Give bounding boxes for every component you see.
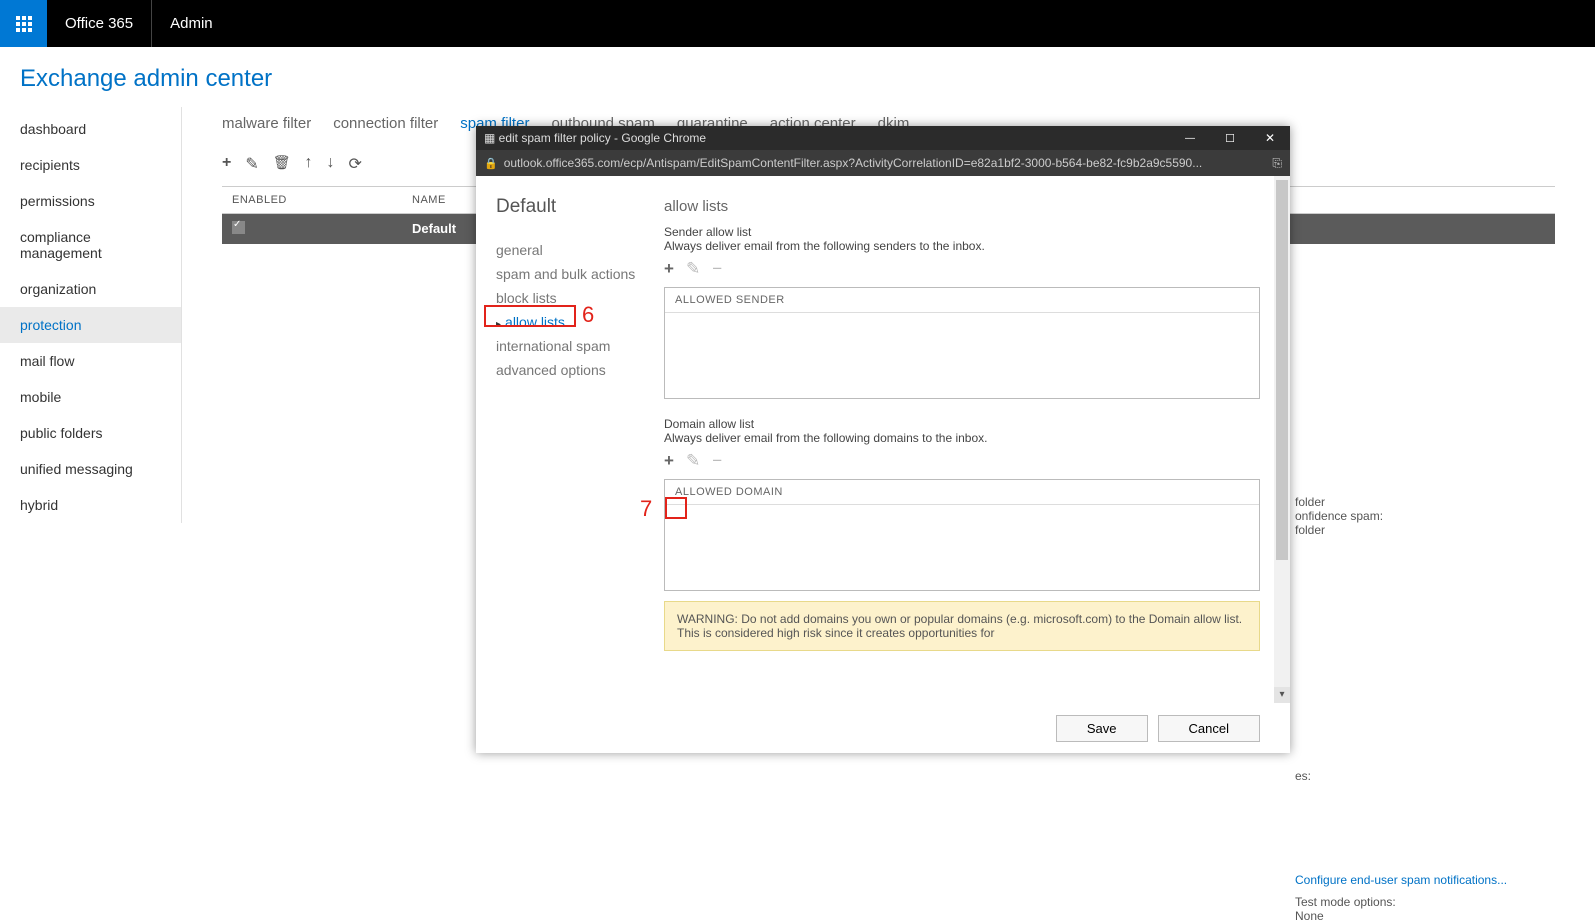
dialog-left-nav: Default general spam and bulk actions bl… bbox=[476, 176, 644, 703]
annotation-box-7 bbox=[665, 497, 687, 519]
dialog-url: outlook.office365.com/ecp/Antispam/EditS… bbox=[504, 156, 1267, 170]
sender-allow-label: Sender allow list bbox=[664, 225, 1260, 239]
domain-allow-desc: Always deliver email from the following … bbox=[664, 431, 1260, 445]
dialog-policy-name: Default bbox=[496, 196, 644, 218]
sidebar-item-dashboard[interactable]: dashboard bbox=[0, 111, 181, 147]
annotation-number-7: 7 bbox=[640, 496, 652, 522]
sidebar-item-recipients[interactable]: recipients bbox=[0, 147, 181, 183]
sender-allow-desc: Always deliver email from the following … bbox=[664, 239, 1260, 253]
edit-policy-button[interactable] bbox=[245, 154, 258, 174]
dialog-content: allow lists Sender allow list Always del… bbox=[644, 176, 1290, 703]
browser-tab-icon: ▦ bbox=[484, 131, 499, 145]
move-down-button[interactable] bbox=[327, 154, 335, 174]
dialog-scrollbar[interactable]: ▾ bbox=[1274, 176, 1290, 703]
window-close-button[interactable] bbox=[1250, 126, 1290, 150]
domain-remove-button[interactable] bbox=[712, 451, 722, 471]
dialog-nav-general[interactable]: general bbox=[496, 238, 644, 262]
tab-malware-filter[interactable]: malware filter bbox=[222, 115, 311, 132]
edit-spam-policy-dialog: ▦ edit spam filter policy - Google Chrom… bbox=[476, 126, 1290, 753]
test-mode-label: Test mode options: bbox=[1295, 895, 1555, 909]
annotation-number-6: 6 bbox=[582, 302, 594, 328]
sidebar-item-unified-messaging[interactable]: unified messaging bbox=[0, 451, 181, 487]
dialog-footer: Save Cancel bbox=[476, 703, 1290, 753]
left-nav: dashboard recipients permissions complia… bbox=[0, 107, 182, 523]
tab-connection-filter[interactable]: connection filter bbox=[333, 115, 438, 132]
lock-icon: 🔒 bbox=[484, 157, 498, 170]
domain-add-button[interactable] bbox=[664, 451, 674, 471]
scrollbar-down-button[interactable]: ▾ bbox=[1274, 687, 1290, 703]
waffle-icon bbox=[16, 16, 32, 32]
scrollbar-thumb[interactable] bbox=[1276, 180, 1288, 560]
new-policy-button[interactable] bbox=[222, 154, 231, 174]
dialog-window-titlebar[interactable]: ▦ edit spam filter policy - Google Chrom… bbox=[476, 126, 1290, 150]
details-panel: folder onfidence spam: folder es: Config… bbox=[1295, 227, 1555, 923]
sidebar-item-mobile[interactable]: mobile bbox=[0, 379, 181, 415]
domain-edit-button[interactable] bbox=[686, 451, 700, 471]
domain-toolbar bbox=[664, 451, 1260, 471]
refresh-button[interactable] bbox=[349, 154, 362, 174]
sidebar-item-public-folders[interactable]: public folders bbox=[0, 415, 181, 451]
detail-line: onfidence spam: bbox=[1295, 509, 1555, 523]
dialog-address-bar[interactable]: 🔒 outlook.office365.com/ecp/Antispam/Edi… bbox=[476, 150, 1290, 176]
save-button[interactable]: Save bbox=[1056, 715, 1148, 742]
detail-line: folder bbox=[1295, 523, 1555, 537]
enabled-checkbox[interactable] bbox=[232, 221, 245, 234]
test-mode-value: None bbox=[1295, 909, 1555, 923]
delete-policy-button[interactable] bbox=[273, 154, 291, 174]
domain-warning-box: WARNING: Do not add domains you own or p… bbox=[664, 601, 1260, 651]
sender-toolbar bbox=[664, 259, 1260, 279]
move-up-button[interactable] bbox=[305, 154, 313, 174]
sidebar-item-hybrid[interactable]: hybrid bbox=[0, 487, 181, 523]
sender-list-header: ALLOWED SENDER bbox=[665, 288, 1259, 313]
window-maximize-button[interactable] bbox=[1210, 126, 1250, 150]
dialog-nav-international-spam[interactable]: international spam bbox=[496, 334, 644, 358]
sidebar-item-organization[interactable]: organization bbox=[0, 271, 181, 307]
page-title: Exchange admin center bbox=[0, 47, 1595, 107]
sender-edit-button[interactable] bbox=[686, 259, 700, 279]
product-name[interactable]: Office 365 bbox=[47, 0, 152, 47]
area-name[interactable]: Admin bbox=[152, 15, 231, 32]
window-minimize-button[interactable] bbox=[1170, 126, 1210, 150]
dialog-nav-advanced-options[interactable]: advanced options bbox=[496, 358, 644, 382]
cancel-button[interactable]: Cancel bbox=[1158, 715, 1260, 742]
sender-add-button[interactable] bbox=[664, 259, 674, 279]
global-header: Office 365 Admin bbox=[0, 0, 1595, 47]
configure-notifications-link[interactable]: Configure end-user spam notifications... bbox=[1295, 873, 1555, 887]
section-title-allow-lists: allow lists bbox=[664, 198, 1260, 215]
app-launcher-button[interactable] bbox=[0, 0, 47, 47]
col-header-enabled[interactable]: ENABLED bbox=[232, 194, 412, 206]
annotation-box-6 bbox=[484, 305, 576, 327]
domain-list-header: ALLOWED DOMAIN bbox=[665, 480, 1259, 505]
domain-allow-label: Domain allow list bbox=[664, 417, 1260, 431]
sender-listbox[interactable]: ALLOWED SENDER bbox=[664, 287, 1260, 399]
dialog-nav-spam-bulk[interactable]: spam and bulk actions bbox=[496, 262, 644, 286]
sidebar-item-compliance[interactable]: compliance management bbox=[0, 219, 181, 271]
translate-icon[interactable]: ⎘ bbox=[1272, 156, 1282, 171]
dialog-window-title: edit spam filter policy - Google Chrome bbox=[499, 131, 706, 145]
detail-line: folder bbox=[1295, 495, 1555, 509]
sender-remove-button[interactable] bbox=[712, 259, 722, 279]
sidebar-item-mail-flow[interactable]: mail flow bbox=[0, 343, 181, 379]
sidebar-item-protection[interactable]: protection bbox=[0, 307, 181, 343]
domain-listbox[interactable]: ALLOWED DOMAIN bbox=[664, 479, 1260, 591]
detail-line: es: bbox=[1295, 769, 1555, 783]
sidebar-item-permissions[interactable]: permissions bbox=[0, 183, 181, 219]
